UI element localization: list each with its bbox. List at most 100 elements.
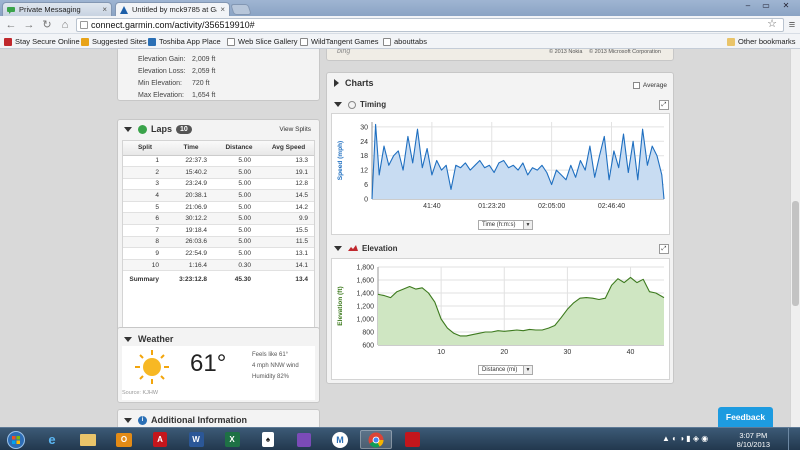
close-icon[interactable]: × (102, 5, 107, 14)
bookmark-stay-secure[interactable]: Stay Secure Online (4, 36, 80, 47)
lap-row[interactable]: 3 23:24.9 5.00 12.8 (123, 178, 314, 191)
lap-row[interactable]: 2 15:40.2 5.00 19.1 (123, 166, 314, 179)
lap-cell: 2 (123, 166, 167, 179)
page-scrollbar[interactable] (790, 49, 800, 427)
view-splits-link[interactable]: View Splits (279, 126, 311, 133)
elevation-title: Elevation (362, 244, 398, 253)
weather-temperature: 61° (190, 350, 227, 377)
summary-cell: 3:23:12.8 (167, 270, 215, 287)
taskbar-excel[interactable]: X (216, 430, 248, 449)
weather-body: 61° Feels like 61° 4 mph NNW wind Humidi… (122, 346, 315, 400)
col-distance[interactable]: Distance (215, 141, 263, 156)
charts-header[interactable]: Charts (334, 78, 374, 88)
y-tick-label: 18 (360, 153, 368, 160)
elevation-icon (348, 245, 358, 252)
map-panel[interactable]: bing © 2013 Nokia © 2013 Microsoft Corpo… (326, 49, 674, 61)
lap-cell: 7 (123, 224, 167, 237)
bookmark-suggested-sites[interactable]: Suggested Sites (81, 36, 147, 47)
lap-row[interactable]: 4 20:38.1 5.00 14.5 (123, 189, 314, 202)
lap-row[interactable]: 10 1:16.4 0.30 14.1 (123, 259, 314, 272)
reload-button[interactable]: ↻ (40, 18, 54, 32)
additional-info-title: Additional Information (151, 415, 247, 425)
lap-cell: 5.00 (215, 201, 263, 214)
close-icon[interactable]: × (220, 5, 225, 14)
additional-info-panel: i Additional Information (117, 409, 320, 427)
lap-cell: 5.00 (215, 155, 263, 168)
y-tick-label: 1,200 (356, 304, 374, 311)
average-checkbox[interactable] (632, 82, 640, 89)
bookmark-toshiba[interactable]: Toshiba App Place (148, 36, 221, 47)
home-button[interactable]: ⌂ (58, 18, 72, 32)
system-tray-icons[interactable]: ▲ ◐ ◑ ▮ ◈ ◉ (662, 434, 708, 443)
elevation-axis-select[interactable]: Distance (mi) ▼ (478, 365, 533, 375)
col-avg-speed[interactable]: Avg Speed (263, 141, 314, 156)
taskbar-solitaire[interactable]: ♠ (252, 430, 284, 449)
average-toggle[interactable]: Average (632, 82, 667, 89)
address-bar[interactable]: connect.garmin.com/activity/356519910# ☆ (76, 18, 784, 32)
timing-fullscreen-button[interactable]: ⤢ (659, 100, 669, 110)
laps-header[interactable]: Laps 10 (124, 124, 192, 134)
tab-garmin-activity[interactable]: Untitled by mck9785 at Ga × (115, 2, 230, 16)
col-split[interactable]: Split (123, 141, 167, 156)
y-tick-label: 6 (364, 182, 368, 189)
taskbar-pdf[interactable] (396, 430, 428, 449)
additional-info-header[interactable]: i Additional Information (124, 415, 247, 425)
forward-button[interactable]: → (22, 18, 36, 32)
clock-date: 8/10/2013 (736, 440, 770, 449)
lap-cell: 5.00 (215, 224, 263, 237)
tab-private-messaging[interactable]: Private Messaging × (2, 2, 112, 16)
new-tab-button[interactable] (230, 4, 252, 15)
lap-cell: 5.00 (215, 178, 263, 191)
tab-strip: Private Messaging × Untitled by mck9785 … (0, 0, 800, 16)
bookmark-wildtangent[interactable]: WildTangent Games (300, 36, 379, 47)
bookmark-web-slice[interactable]: Web Slice Gallery (227, 36, 297, 47)
collapse-icon (124, 126, 132, 132)
elevation-fullscreen-button[interactable]: ⤢ (659, 244, 669, 254)
taskbar-media[interactable] (288, 430, 320, 449)
taskbar-m-app[interactable]: M (324, 430, 356, 449)
taskbar-chrome[interactable] (360, 430, 392, 449)
taskbar-acrobat[interactable]: A (144, 430, 176, 449)
lap-row[interactable]: 9 22:54.9 5.00 13.1 (123, 247, 314, 260)
col-time[interactable]: Time (167, 141, 215, 156)
laps-table: Split Time Distance Avg Speed 1 22:37.3 5.… (123, 141, 314, 287)
windows-taskbar: e O A W X ♠ M ▲ ◐ ◑ ▮ ◈ ◉ 3:07 PM 8/10/2… (0, 427, 800, 450)
timing-axis-select[interactable]: Time (h:m:s) ▼ (478, 220, 533, 230)
timing-chart[interactable]: 0 6 12 18 24 30 41:40 01:23:20 02:05:00 02:46:40 S… (332, 114, 671, 214)
lap-row[interactable]: 5 21:06.9 5.00 14.2 (123, 201, 314, 214)
show-desktop-button[interactable] (788, 428, 800, 450)
lap-row[interactable]: 1 22:37.3 5.00 13.3 (123, 155, 314, 168)
taskbar-clock[interactable]: 3:07 PM 8/10/2013 (737, 431, 770, 449)
close-window-button[interactable]: ✕ (778, 1, 794, 11)
lap-row[interactable]: 6 30:12.2 5.00 9.9 (123, 212, 314, 226)
taskbar-word[interactable]: W (180, 430, 212, 449)
elevation-loss-label: Elevation Loss: (138, 68, 186, 75)
bookmark-abouttabs[interactable]: abouttabs (383, 36, 427, 47)
start-button[interactable] (4, 430, 28, 449)
bookmark-other[interactable]: Other bookmarks (727, 36, 796, 47)
minimize-button[interactable]: – (740, 1, 756, 11)
scrollbar-thumb[interactable] (792, 201, 799, 306)
star-icon[interactable]: ☆ (767, 18, 777, 30)
lap-row[interactable]: 7 19:18.4 5.00 15.5 (123, 224, 314, 237)
timing-header[interactable]: Timing (334, 100, 386, 109)
summary-cell: 45.30 (215, 270, 263, 287)
maximize-button[interactable]: ▭ (758, 1, 774, 11)
back-button[interactable]: ← (4, 18, 18, 32)
pdf-icon (404, 432, 420, 447)
y-tick-label: 600 (362, 343, 374, 350)
menu-icon[interactable]: ≡ (786, 19, 798, 31)
lap-row[interactable]: 8 26:03.6 5.00 11.5 (123, 236, 314, 249)
elevation-header[interactable]: Elevation (334, 244, 398, 253)
feedback-button[interactable]: Feedback (718, 407, 773, 427)
lap-cell: 1 (123, 155, 167, 168)
lap-cell: 5.00 (215, 212, 263, 226)
elevation-chart[interactable]: 600 800 1,000 1,200 1,400 1,600 1,800 10 20 30 40 E… (332, 259, 671, 359)
weather-header[interactable]: Weather (124, 334, 173, 344)
taskbar-outlook[interactable]: O (108, 430, 140, 449)
taskbar-ie[interactable]: e (36, 430, 68, 449)
m-app-icon: M (332, 431, 348, 448)
taskbar-explorer[interactable] (72, 430, 104, 449)
chevron-down-icon: ▼ (523, 366, 532, 374)
feels-like: Feels like 61° (252, 352, 289, 358)
